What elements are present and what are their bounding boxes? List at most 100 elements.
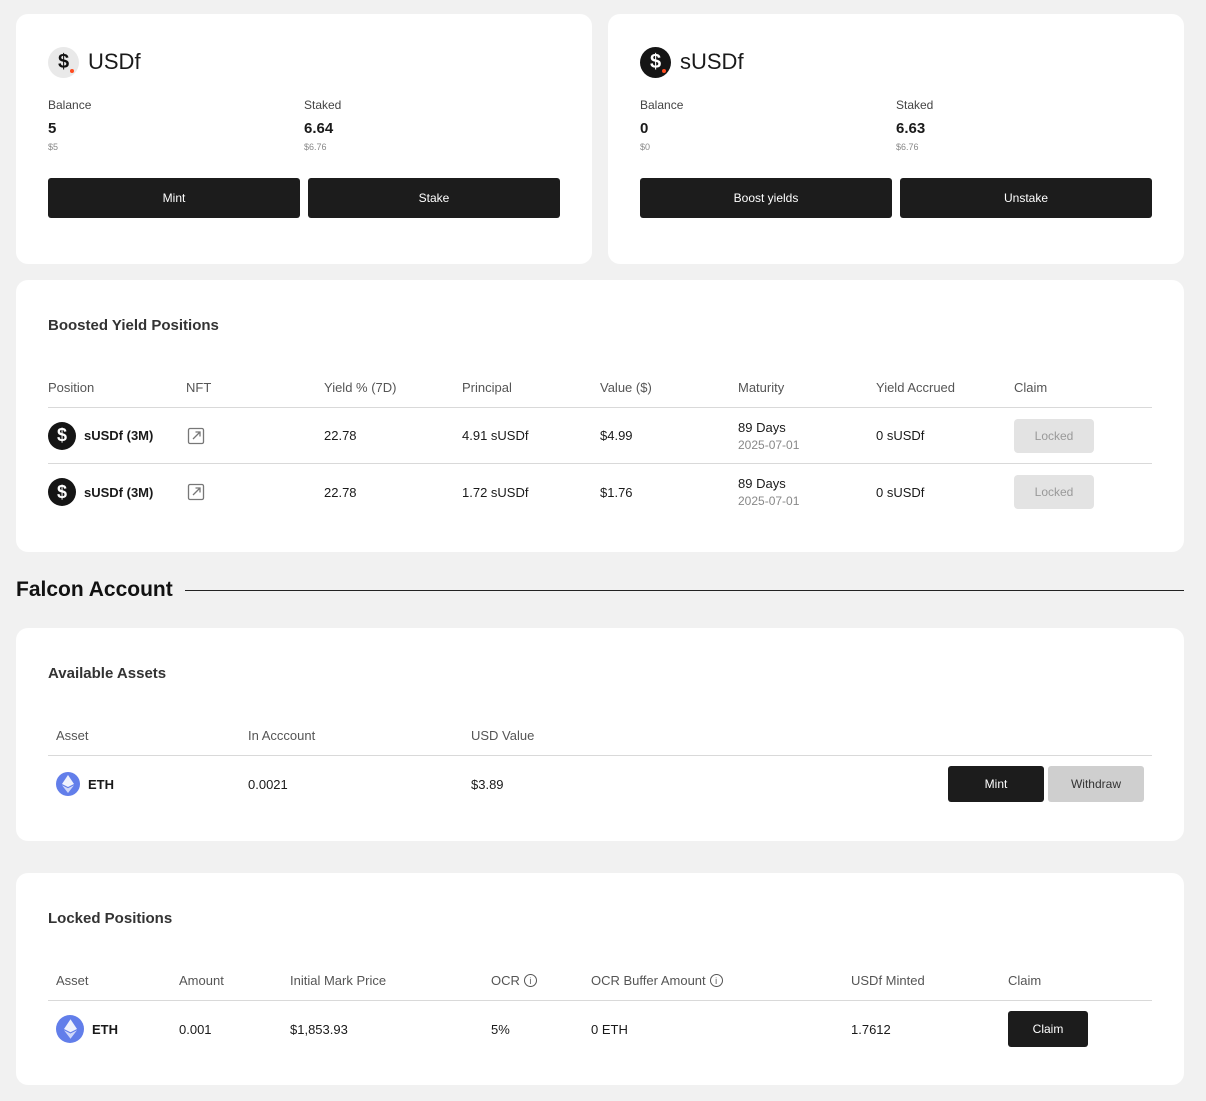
available-table: Asset In Acccount USD Value ETH 0.0021 $…: [48, 716, 1152, 812]
table-header: Asset In Acccount USD Value: [48, 716, 1152, 756]
table-row: $ sUSDf (3M) 22.78 1.72 sUSDf $1.76 89 D…: [48, 464, 1152, 520]
boosted-yield-card: Boosted Yield Positions Position NFT Yie…: [16, 280, 1184, 552]
col-asset: Asset: [56, 728, 89, 743]
stake-button[interactable]: Stake: [308, 178, 560, 218]
asset-name: ETH: [92, 1021, 118, 1037]
usdf-actions: Mint Stake: [48, 178, 560, 218]
in-account-cell: 0.0021: [248, 776, 288, 792]
table-row: ETH 0.001 $1,853.93 5% 0 ETH 1.7612 Clai…: [48, 1001, 1152, 1057]
balance-usd: $0: [640, 142, 651, 152]
col-yield: Yield % (7D): [324, 380, 397, 395]
col-ocr: OCR i: [491, 973, 591, 988]
staked-value: 6.63: [896, 120, 926, 137]
maturity-days: 89 Days: [738, 419, 786, 435]
boost-yields-button[interactable]: Boost yields: [640, 178, 892, 218]
withdraw-button[interactable]: Withdraw: [1048, 766, 1144, 802]
maturity-date: 2025-07-01: [738, 494, 800, 508]
locked-table: Asset Amount Initial Mark Price OCR i OC…: [48, 961, 1152, 1057]
col-in-account: In Acccount: [248, 728, 316, 743]
ocr-buffer-cell: 0 ETH: [591, 1021, 628, 1037]
nft-cell: [186, 482, 324, 502]
available-assets-card: Available Assets Asset In Acccount USD V…: [16, 628, 1184, 841]
value-cell: $4.99: [600, 428, 633, 443]
external-link-icon[interactable]: [186, 482, 206, 502]
asset-cell: ETH: [48, 1015, 179, 1043]
claim-cell: Locked: [1014, 418, 1152, 453]
boosted-title: Boosted Yield Positions: [48, 317, 219, 334]
token-name: USDf: [88, 49, 141, 74]
col-principal: Principal: [462, 380, 512, 395]
accrued-cell: 0 sUSDf: [876, 484, 925, 500]
table-header: Asset Amount Initial Mark Price OCR i OC…: [48, 961, 1152, 1001]
position-name: sUSDf (3M): [84, 484, 154, 500]
usd-value-cell: $3.89: [471, 776, 504, 792]
ocr-buffer-label: OCR Buffer Amount: [591, 973, 706, 988]
principal-cell: 1.72 sUSDf: [462, 484, 529, 500]
claim-cell: Locked: [1014, 475, 1152, 509]
staked-usd: $6.76: [896, 142, 919, 152]
col-maturity: Maturity: [738, 380, 785, 395]
usdf-header: $ USDf: [48, 46, 560, 78]
maturity-date: 2025-07-01: [738, 437, 800, 452]
mark-price-cell: $1,853.93: [290, 1021, 348, 1037]
asset-name: ETH: [88, 776, 114, 792]
col-yield-accrued: Yield Accrued: [876, 380, 956, 395]
usdf-minted-cell: 1.7612: [851, 1021, 891, 1037]
boosted-table: Position NFT Yield % (7D) Principal Valu…: [48, 368, 1152, 520]
susdf-coin-icon: $: [48, 478, 76, 506]
susdf-header: $ sUSDf: [640, 46, 1152, 78]
maturity-cell: 89 Days 2025-07-01: [738, 420, 876, 452]
col-claim: Claim: [1014, 380, 1048, 395]
position-cell: $ sUSDf (3M): [48, 478, 186, 506]
ocr-cell: 5%: [491, 1021, 510, 1037]
yield-cell: 22.78: [324, 484, 357, 500]
mint-button[interactable]: Mint: [948, 766, 1044, 802]
mint-button[interactable]: Mint: [48, 178, 300, 218]
position-name: sUSDf (3M): [84, 428, 154, 443]
page-title: Falcon Account: [16, 578, 173, 601]
col-value: Value ($): [600, 380, 652, 395]
susdf-stats: Balance 0 $0 Staked 6.63 $6.76: [640, 98, 1152, 152]
balance-value: 0: [640, 120, 649, 137]
susdf-coin-icon: $: [48, 421, 76, 450]
eth-icon: [56, 772, 80, 796]
amount-cell: 0.001: [179, 1021, 212, 1037]
balance-label: Balance: [640, 98, 684, 112]
staked-label: Staked: [896, 98, 934, 112]
balance-value: 5: [48, 120, 57, 137]
asset-actions: Mint Withdraw: [948, 766, 1144, 802]
col-nft: NFT: [186, 380, 212, 395]
claim-cell: Claim: [1008, 1011, 1128, 1047]
staked-stat: Staked 6.64 $6.76: [304, 98, 560, 152]
locked-title: Locked Positions: [48, 910, 173, 927]
usdf-coin-icon: $: [48, 46, 79, 78]
locked-button[interactable]: Locked: [1014, 418, 1094, 453]
susdf-actions: Boost yields Unstake: [640, 178, 1152, 218]
usdf-stats: Balance 5 $5 Staked 6.64 $6.76: [48, 98, 560, 152]
staked-usd: $6.76: [304, 142, 327, 152]
principal-cell: 4.91 sUSDf: [462, 428, 529, 443]
info-icon[interactable]: i: [709, 974, 723, 987]
unstake-button[interactable]: Unstake: [900, 178, 1152, 218]
table-header: Position NFT Yield % (7D) Principal Valu…: [48, 368, 1152, 408]
col-usdf-minted: USDf Minted: [851, 973, 925, 988]
falcon-account-heading: Falcon Account: [16, 578, 1184, 602]
yield-cell: 22.78: [324, 428, 357, 443]
external-link-icon[interactable]: [186, 426, 206, 446]
col-usd-value: USD Value: [471, 728, 535, 743]
susdf-coin-icon: $: [640, 46, 671, 78]
claim-button[interactable]: Claim: [1008, 1011, 1088, 1047]
info-icon[interactable]: i: [523, 974, 537, 987]
locked-positions-card: Locked Positions Asset Amount Initial Ma…: [16, 873, 1184, 1085]
token-name: sUSDf: [680, 49, 744, 74]
col-ocr-buffer: OCR Buffer Amount i: [591, 973, 851, 988]
maturity-days: 89 Days: [738, 476, 786, 491]
table-row: ETH 0.0021 $3.89 Mint Withdraw: [48, 756, 1152, 812]
position-cell: $ sUSDf (3M): [48, 421, 186, 450]
usdf-card: $ USDf Balance 5 $5 Staked 6.64 $6.76 Mi…: [16, 14, 592, 264]
balance-stat: Balance 5 $5: [48, 98, 304, 152]
available-title: Available Assets: [48, 665, 167, 682]
asset-cell: ETH: [48, 772, 248, 796]
locked-button[interactable]: Locked: [1014, 475, 1094, 509]
heading-divider: [184, 589, 1184, 591]
